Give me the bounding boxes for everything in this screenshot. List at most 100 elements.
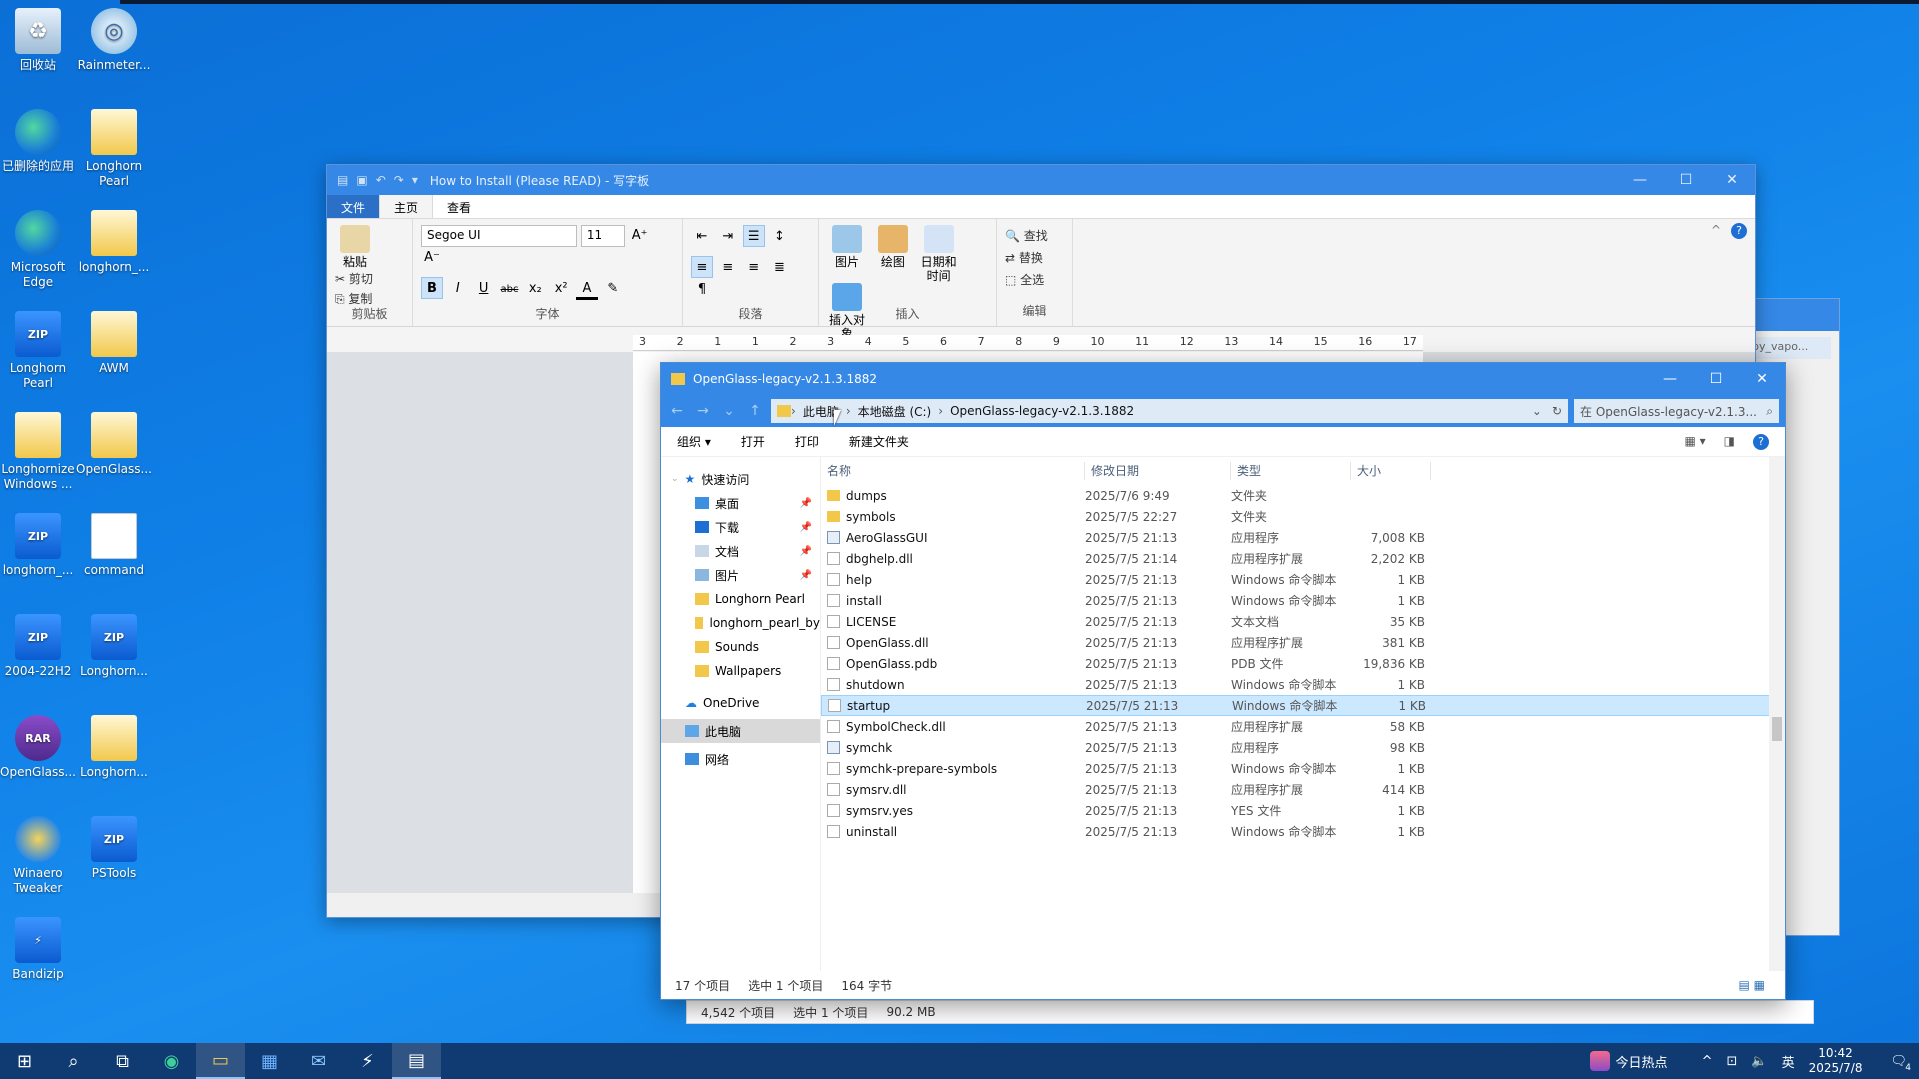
- back-arrow-icon[interactable]: ←: [667, 403, 687, 419]
- taskbar-edge[interactable]: ◉: [147, 1043, 196, 1079]
- desktop-icon[interactable]: OpenGlass...: [76, 412, 152, 477]
- clock[interactable]: 10:42 2025/7/8: [1809, 1046, 1863, 1076]
- desktop-icon[interactable]: AWM: [76, 311, 152, 376]
- search-button[interactable]: ⌕: [49, 1043, 98, 1079]
- desktop-icon[interactable]: ◎ Rainmeter...: [76, 8, 152, 73]
- preview-pane-icon[interactable]: ◨: [1724, 434, 1735, 450]
- taskbar-bandizip[interactable]: ⚡: [343, 1043, 392, 1079]
- pin-icon[interactable]: 📌: [800, 570, 812, 581]
- forward-arrow-icon[interactable]: →: [693, 403, 713, 419]
- maximize-icon[interactable]: ☐: [1663, 172, 1709, 188]
- select-all-button[interactable]: ⬚ 全选: [1005, 269, 1044, 291]
- pin-icon[interactable]: 📌: [800, 498, 812, 509]
- paragraph-settings-icon[interactable]: ¶: [691, 279, 713, 301]
- taskbar-explorer[interactable]: ▭: [196, 1043, 245, 1079]
- wordpad-titlebar[interactable]: ▤ ▣ ↶ ↷ ▾ How to Install (Please READ) -…: [327, 165, 1755, 195]
- italic-button[interactable]: I: [447, 278, 469, 300]
- line-spacing-icon[interactable]: ↕: [768, 226, 790, 248]
- desktop-icon[interactable]: ZIP PSTools: [76, 816, 152, 881]
- find-button[interactable]: 🔍 查找: [1005, 225, 1048, 247]
- save-icon[interactable]: ▣: [356, 173, 367, 187]
- desktop-icon[interactable]: ⚡ Bandizip: [0, 917, 76, 982]
- file-row[interactable]: dbghelp.dll 2025/7/5 21:14 应用程序扩展 2,202 KB: [821, 548, 1785, 569]
- news-widget[interactable]: 今日热点: [1589, 1051, 1668, 1071]
- align-left-icon[interactable]: ≡: [691, 256, 713, 278]
- column-size[interactable]: 大小: [1351, 462, 1431, 480]
- chevron-right-icon[interactable]: ›: [846, 404, 851, 418]
- file-row[interactable]: OpenGlass.pdb 2025/7/5 21:13 PDB 文件 19,836 …: [821, 653, 1785, 674]
- tab-view[interactable]: 查看: [433, 195, 485, 218]
- nav-item[interactable]: Wallpapers: [661, 659, 820, 683]
- undo-icon[interactable]: ↶: [376, 173, 386, 187]
- shrink-font-icon[interactable]: A⁻: [421, 247, 443, 269]
- task-view-button[interactable]: ⧉: [98, 1043, 147, 1079]
- maximize-icon[interactable]: ☐: [1693, 371, 1739, 387]
- tray-overflow-icon[interactable]: ^: [1702, 1054, 1713, 1069]
- column-name[interactable]: 名称: [821, 462, 1085, 480]
- grow-font-icon[interactable]: A⁺: [629, 225, 651, 247]
- desktop-icon[interactable]: Longhorn Pearl: [76, 109, 152, 189]
- highlight-icon[interactable]: ✎: [602, 278, 624, 300]
- desktop-icon[interactable]: longhorn_...: [76, 210, 152, 275]
- file-row[interactable]: symsrv.dll 2025/7/5 21:13 应用程序扩展 414 KB: [821, 779, 1785, 800]
- chevron-right-icon[interactable]: ›: [791, 404, 796, 418]
- volume-icon[interactable]: 🔈: [1751, 1054, 1767, 1069]
- redo-icon[interactable]: ↷: [394, 173, 404, 187]
- file-row[interactable]: startup 2025/7/5 21:13 Windows 命令脚本 1 KB: [821, 695, 1785, 716]
- collapse-ribbon-icon[interactable]: ^: [1711, 223, 1721, 237]
- nav-item[interactable]: Sounds: [661, 635, 820, 659]
- taskbar-store[interactable]: ▦: [245, 1043, 294, 1079]
- nav-item[interactable]: Longhorn Pearl: [661, 587, 820, 611]
- recent-dropdown-icon[interactable]: ⌄: [719, 403, 739, 419]
- pin-icon[interactable]: 📌: [800, 522, 812, 533]
- text-color-button[interactable]: A: [575, 278, 598, 300]
- file-row[interactable]: install 2025/7/5 21:13 Windows 命令脚本 1 KB: [821, 590, 1785, 611]
- increase-indent-icon[interactable]: ⇥: [717, 226, 739, 248]
- nav-network[interactable]: 网络: [661, 747, 820, 771]
- search-input[interactable]: 在 OpenGlass-legacy-v2.1.3... ⌕: [1574, 399, 1779, 423]
- desktop-icon[interactable]: ZIP Longhorn Pearl: [0, 311, 76, 391]
- subscript-button[interactable]: x₂: [524, 278, 546, 300]
- desktop-icon[interactable]: command: [76, 513, 152, 578]
- notification-center-button[interactable]: 🗨 4: [1890, 1054, 1911, 1073]
- close-icon[interactable]: ✕: [1739, 371, 1785, 387]
- print-button[interactable]: 打印: [795, 433, 819, 450]
- chevron-right-icon[interactable]: ›: [938, 404, 943, 418]
- network-status-icon[interactable]: ⊡: [1726, 1054, 1737, 1069]
- tab-file[interactable]: 文件: [327, 195, 380, 218]
- vertical-scrollbar[interactable]: [1769, 457, 1785, 971]
- desktop-icon[interactable]: Microsoft Edge: [0, 210, 76, 290]
- superscript-button[interactable]: x²: [550, 278, 572, 300]
- file-row[interactable]: help 2025/7/5 21:13 Windows 命令脚本 1 KB: [821, 569, 1785, 590]
- ruler[interactable]: 3 2 1 1 2 3 4 5 6 7 8 9 10 11 12 13 14 15 16 17: [633, 335, 1423, 351]
- desktop-icon[interactable]: ZIP Longhorn...: [76, 614, 152, 679]
- decrease-indent-icon[interactable]: ⇤: [691, 226, 713, 248]
- close-icon[interactable]: ✕: [1709, 172, 1755, 188]
- breadcrumb-current-folder[interactable]: OpenGlass-legacy-v2.1.3.1882: [950, 404, 1134, 418]
- paste-button[interactable]: 粘贴: [335, 225, 375, 269]
- nav-this-pc[interactable]: 此电脑: [661, 719, 820, 743]
- taskbar-wordpad[interactable]: ▤: [392, 1043, 441, 1079]
- align-center-icon[interactable]: ≡: [717, 257, 739, 279]
- ime-indicator[interactable]: 英: [1782, 1052, 1795, 1071]
- datetime-button[interactable]: 日期和时间: [919, 225, 959, 283]
- view-toggle-icons[interactable]: ▤ ▦: [1739, 978, 1766, 992]
- explorer-titlebar[interactable]: OpenGlass-legacy-v2.1.3.1882 — ☐ ✕: [661, 363, 1785, 395]
- desktop-icon[interactable]: ZIP 2004-22H2: [0, 614, 76, 679]
- file-row[interactable]: uninstall 2025/7/5 21:13 Windows 命令脚本 1 KB: [821, 821, 1785, 842]
- file-row[interactable]: symchk-prepare-symbols 2025/7/5 21:13 Wind…: [821, 758, 1785, 779]
- desktop-icon[interactable]: Winaero Tweaker: [0, 816, 76, 896]
- new-folder-button[interactable]: 新建文件夹: [849, 433, 909, 450]
- customize-toolbar-icon[interactable]: ▾: [412, 173, 418, 187]
- tab-home[interactable]: 主页: [379, 195, 434, 218]
- file-row[interactable]: shutdown 2025/7/5 21:13 Windows 命令脚本 1 KB: [821, 674, 1785, 695]
- desktop-icon[interactable]: RAR OpenGlass...: [0, 715, 76, 780]
- help-icon[interactable]: ?: [1753, 433, 1769, 450]
- column-type[interactable]: 类型: [1231, 462, 1351, 480]
- desktop-icon[interactable]: Longhornize Windows ...: [0, 412, 76, 492]
- desktop-icon[interactable]: ZIP longhorn_...: [0, 513, 76, 578]
- nav-onedrive[interactable]: ☁ OneDrive: [661, 691, 820, 715]
- underline-button[interactable]: U: [473, 278, 495, 300]
- help-icon[interactable]: ?: [1731, 223, 1747, 239]
- list-icon[interactable]: ☰: [742, 225, 765, 247]
